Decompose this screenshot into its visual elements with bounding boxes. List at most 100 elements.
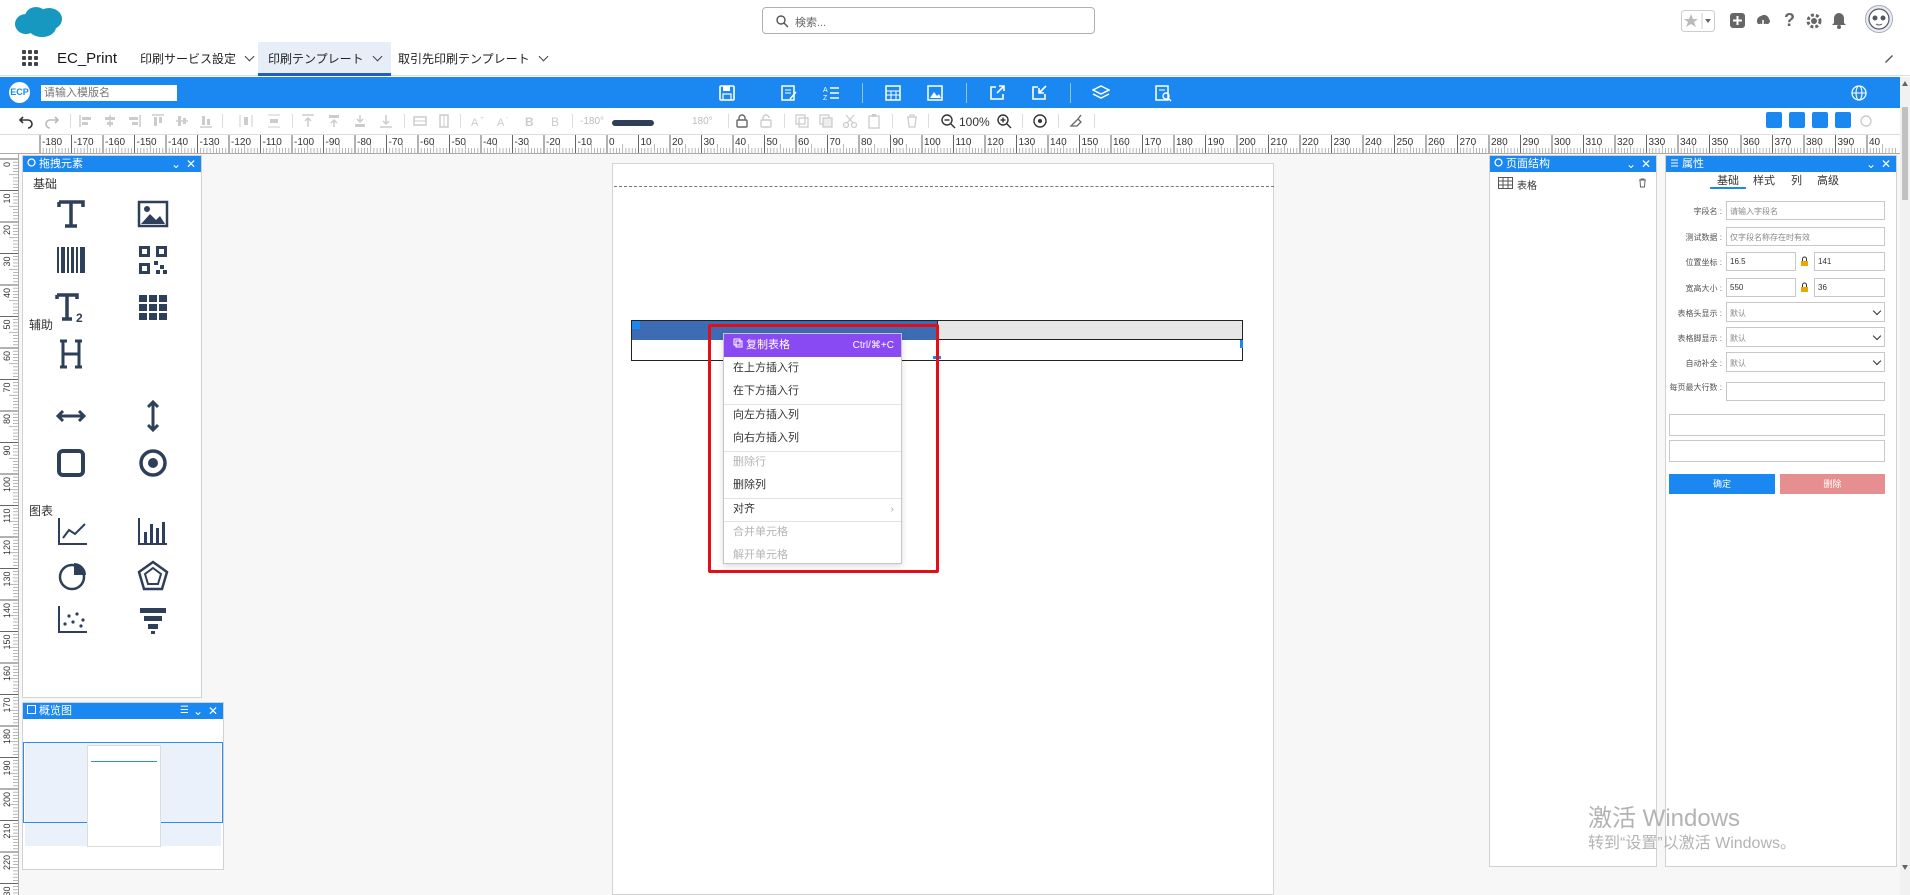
distribute-vertical-icon[interactable]	[266, 113, 282, 129]
undo-icon[interactable]	[18, 113, 34, 129]
barcode-element-icon[interactable]	[53, 242, 89, 278]
delete-icon[interactable]	[904, 113, 920, 129]
nav-tab-print-templates[interactable]: 印刷テンプレート	[258, 42, 391, 76]
tab-basic[interactable]: 基础	[1717, 172, 1739, 188]
move-top-icon[interactable]	[300, 113, 316, 129]
scrollbar-thumb[interactable]	[1902, 107, 1908, 200]
position-x-input[interactable]: 16.5	[1726, 252, 1796, 271]
scatter-chart-icon[interactable]	[55, 602, 91, 638]
align-bottom-icon[interactable]	[198, 113, 214, 129]
panel-toggle-overview-icon[interactable]	[1789, 112, 1805, 128]
global-create-icon[interactable]	[1729, 12, 1746, 29]
vertical-line-icon[interactable]	[135, 398, 171, 434]
table-resize-handle[interactable]	[1240, 340, 1243, 348]
notifications-bell-icon[interactable]	[1831, 12, 1847, 29]
structure-item-table[interactable]: 表格	[1517, 177, 1537, 192]
language-globe-icon[interactable]	[1850, 84, 1868, 102]
snap-magnet-icon[interactable]	[1032, 113, 1048, 129]
align-center-icon[interactable]	[102, 113, 118, 129]
bold-icon[interactable]: B	[522, 113, 538, 129]
print-preview-icon[interactable]	[1154, 84, 1172, 102]
header-display-select[interactable]: 默认	[1726, 302, 1885, 322]
bar-chart-icon[interactable]	[135, 514, 171, 550]
edit-json-icon[interactable]	[780, 84, 798, 102]
rotate-slider[interactable]	[612, 120, 654, 126]
nav-tab-account-print-templates[interactable]: 取引先印刷テンプレート	[388, 42, 557, 76]
setup-gear-icon[interactable]	[1805, 12, 1823, 30]
save-icon[interactable]	[718, 84, 736, 102]
extra-textarea-1[interactable]	[1669, 414, 1885, 436]
paste-icon[interactable]	[866, 113, 882, 129]
panel-toggle-elements-icon[interactable]	[1766, 112, 1782, 128]
bold-alt-icon[interactable]: B	[548, 113, 564, 129]
lock-ratio-icon[interactable]	[1800, 256, 1809, 267]
trailhead-icon[interactable]	[1754, 12, 1772, 29]
favorites-star-icon[interactable]	[1681, 10, 1715, 35]
image-export-icon[interactable]	[926, 84, 944, 102]
tab-advanced[interactable]: 高级	[1817, 172, 1839, 188]
text-element-icon[interactable]	[53, 196, 89, 232]
font-size-increase-icon[interactable]: A +	[470, 113, 486, 129]
close-icon[interactable]: ✕	[1641, 157, 1651, 171]
zoom-out-icon[interactable]	[940, 113, 956, 129]
extra-textarea-2[interactable]	[1669, 440, 1885, 462]
global-search-input[interactable]: 検索...	[762, 7, 1095, 34]
user-avatar[interactable]	[1865, 5, 1893, 33]
scroll-up-arrow-icon[interactable]	[1902, 81, 1908, 86]
app-launcher-icon[interactable]	[22, 50, 38, 66]
align-right-icon[interactable]	[126, 113, 142, 129]
height-input[interactable]: 36	[1814, 278, 1885, 297]
preview-icon[interactable]	[884, 84, 902, 102]
collapse-chevron-icon[interactable]: ⌄	[1626, 157, 1636, 171]
tab-columns[interactable]: 列	[1791, 172, 1802, 188]
copy-icon[interactable]	[794, 113, 810, 129]
redo-icon[interactable]	[44, 113, 60, 129]
field-name-input[interactable]: 请输入字段名	[1726, 201, 1885, 220]
help-icon[interactable]: ?	[1784, 10, 1795, 31]
chevron-down-icon[interactable]	[538, 51, 549, 62]
close-icon[interactable]: ✕	[186, 157, 196, 171]
rectangle-element-icon[interactable]	[53, 445, 89, 481]
align-left-icon[interactable]	[78, 113, 94, 129]
scroll-down-arrow-icon[interactable]	[1902, 865, 1908, 870]
collapse-chevron-icon[interactable]: ⌄	[1866, 157, 1876, 171]
panel-toggle-structure-icon[interactable]	[1812, 112, 1828, 128]
footer-display-select[interactable]: 默认	[1726, 327, 1885, 347]
format-brush-icon[interactable]	[1068, 113, 1084, 129]
close-icon[interactable]: ✕	[1881, 157, 1891, 171]
move-down-icon[interactable]	[352, 113, 368, 129]
list-order-icon[interactable]: AZ	[822, 84, 840, 102]
image-element-icon[interactable]	[135, 196, 171, 232]
same-width-icon[interactable]	[412, 113, 428, 129]
tab-style[interactable]: 样式	[1753, 172, 1775, 188]
template-name-input[interactable]	[41, 85, 177, 101]
horizontal-line-icon[interactable]	[53, 398, 89, 434]
panel-toggle-properties-icon[interactable]	[1835, 112, 1851, 128]
position-y-input[interactable]: 141	[1814, 252, 1885, 271]
collapse-chevron-icon[interactable]: ⌄	[193, 704, 203, 718]
close-icon[interactable]: ✕	[208, 704, 218, 718]
zoom-in-icon[interactable]	[996, 113, 1012, 129]
salesforce-cloud-logo[interactable]	[12, 5, 64, 39]
same-height-icon[interactable]	[436, 113, 452, 129]
collapse-chevron-icon[interactable]: ⌄	[171, 157, 181, 171]
align-top-icon[interactable]	[150, 113, 166, 129]
radar-chart-icon[interactable]	[135, 558, 171, 594]
autofill-select[interactable]: 默认	[1726, 352, 1885, 372]
pie-chart-icon[interactable]	[55, 558, 91, 594]
chevron-down-icon[interactable]	[372, 51, 383, 62]
confirm-button[interactable]: 确定	[1669, 474, 1775, 494]
max-rows-input[interactable]	[1726, 382, 1885, 401]
lock-icon[interactable]	[734, 113, 750, 129]
trash-icon[interactable]	[1638, 178, 1647, 188]
page-scrollbar[interactable]	[1900, 77, 1910, 895]
clone-icon[interactable]	[818, 113, 834, 129]
lock-ratio-icon[interactable]	[1800, 282, 1809, 293]
nav-tab-print-service-settings[interactable]: 印刷サービス設定	[130, 42, 263, 76]
layers-icon[interactable]	[1092, 84, 1110, 102]
test-data-input[interactable]: 仅字段名称存在时有效	[1726, 227, 1885, 246]
panel-toggle-extra-icon[interactable]	[1858, 113, 1874, 129]
font-size-decrease-icon[interactable]: A-	[496, 113, 512, 129]
distribute-horizontal-icon[interactable]	[238, 113, 254, 129]
export-icon[interactable]	[988, 84, 1006, 102]
